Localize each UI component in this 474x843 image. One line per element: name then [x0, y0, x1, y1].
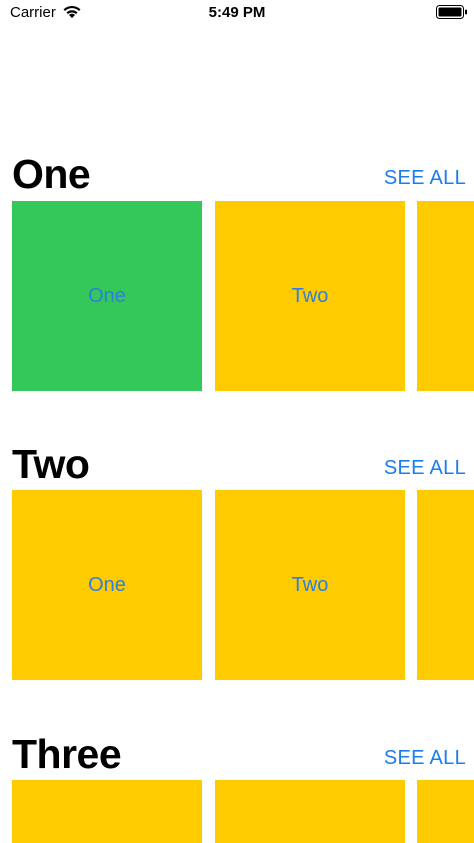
- card[interactable]: One: [12, 490, 202, 680]
- section-title: Two: [12, 441, 90, 487]
- section-title: Three: [12, 731, 122, 777]
- status-time: 5:49 PM: [208, 4, 266, 21]
- card[interactable]: [215, 780, 405, 843]
- section-title: One: [12, 151, 91, 197]
- card-label: Two: [291, 284, 329, 307]
- card[interactable]: [12, 780, 202, 843]
- card[interactable]: [417, 780, 474, 843]
- section-three: Three SEE ALL: [0, 730, 474, 843]
- card[interactable]: One: [12, 201, 202, 391]
- card-label: One: [88, 573, 126, 596]
- see-all-button[interactable]: SEE ALL: [384, 166, 466, 190]
- card[interactable]: [417, 490, 474, 680]
- see-all-button[interactable]: SEE ALL: [384, 456, 466, 480]
- card-label: Two: [291, 573, 329, 596]
- status-bar: Carrier 5:49 PM: [0, 0, 474, 26]
- card[interactable]: Two: [215, 490, 405, 680]
- section-two: Two SEE ALL One Two: [0, 440, 474, 680]
- battery-icon: [436, 5, 467, 19]
- card[interactable]: Two: [215, 201, 405, 391]
- section-one: One SEE ALL One Two: [0, 150, 474, 391]
- card-label: One: [88, 284, 126, 307]
- see-all-button[interactable]: SEE ALL: [384, 746, 466, 770]
- card[interactable]: [417, 201, 474, 391]
